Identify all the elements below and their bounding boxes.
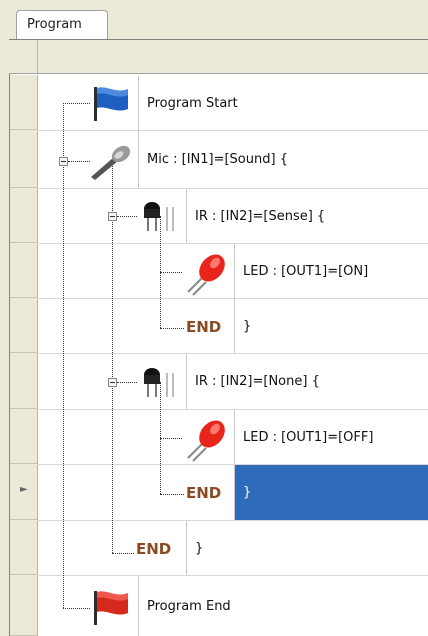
ir-sense-label: IR : [IN2]=[Sense] { bbox=[195, 208, 326, 224]
row-header[interactable] bbox=[10, 409, 37, 464]
end-brace-label: } bbox=[243, 318, 252, 334]
mic-sound-row[interactable]: Mic : [IN1]=[Sound] { bbox=[138, 131, 428, 188]
row-header[interactable] bbox=[10, 75, 37, 130]
ir-none-row[interactable]: IR : [IN2]=[None] { bbox=[186, 354, 428, 409]
led-off-row[interactable]: LED : [OUT1]=[OFF] bbox=[234, 410, 428, 464]
row-header[interactable] bbox=[10, 130, 37, 188]
row-header[interactable] bbox=[10, 575, 37, 636]
led-red-icon bbox=[182, 416, 230, 468]
end-keyword: END bbox=[186, 484, 222, 502]
grid-corner-cell bbox=[9, 40, 38, 73]
ir-none-collapse-toggle[interactable] bbox=[108, 378, 117, 387]
end-ir-none-row-selected[interactable]: } bbox=[234, 465, 428, 520]
led-on-row[interactable]: LED : [OUT1]=[ON] bbox=[234, 244, 428, 298]
led-red-icon bbox=[182, 250, 230, 302]
tab-program[interactable]: Program bbox=[16, 10, 108, 40]
tab-strip: Program bbox=[0, 0, 428, 40]
row-gutter: ► bbox=[10, 75, 38, 636]
end-brace-label: } bbox=[243, 485, 252, 500]
ir-sensor-icon bbox=[138, 367, 182, 403]
end-mic-row[interactable]: } bbox=[186, 521, 428, 575]
program-end-row[interactable]: Program End bbox=[138, 576, 428, 636]
row-header[interactable] bbox=[10, 243, 37, 298]
program-editor-window: Program ► Program Start Mic: [IN1]=[Sou… bbox=[0, 0, 428, 636]
end-keyword: END bbox=[186, 318, 222, 336]
led-on-label: LED : [OUT1]=[ON] bbox=[243, 263, 369, 279]
ir-sense-row[interactable]: IR : [IN2]=[Sense] { bbox=[186, 189, 428, 243]
flag-blue-icon bbox=[90, 85, 132, 127]
microphone-icon bbox=[88, 145, 134, 185]
row-header[interactable] bbox=[10, 298, 37, 353]
ir-none-label: IR : [IN2]=[None] { bbox=[195, 374, 320, 389]
current-row-arrow-icon: ► bbox=[20, 484, 28, 495]
end-keyword: END bbox=[136, 540, 172, 558]
row-header[interactable] bbox=[10, 188, 37, 243]
end-ir-sense-row[interactable]: } bbox=[234, 299, 428, 353]
program-start-label: Program Start bbox=[147, 95, 238, 111]
row-header[interactable] bbox=[10, 353, 37, 409]
led-off-label: LED : [OUT1]=[OFF] bbox=[243, 429, 374, 445]
ir-sensor-icon bbox=[138, 201, 182, 237]
row-header[interactable]: ► bbox=[10, 464, 37, 520]
grid-header bbox=[9, 40, 428, 74]
mic-collapse-toggle[interactable] bbox=[59, 157, 68, 166]
end-brace-label: } bbox=[195, 540, 204, 556]
ir-sense-collapse-toggle[interactable] bbox=[108, 212, 117, 221]
program-end-label: Program End bbox=[147, 598, 231, 614]
program-start-row[interactable]: Program Start bbox=[138, 76, 428, 130]
flag-red-icon bbox=[90, 589, 132, 631]
tab-program-label: Program bbox=[27, 17, 82, 32]
row-header[interactable] bbox=[10, 520, 37, 575]
mic-sound-label: Mic : [IN1]=[Sound] { bbox=[147, 152, 288, 167]
